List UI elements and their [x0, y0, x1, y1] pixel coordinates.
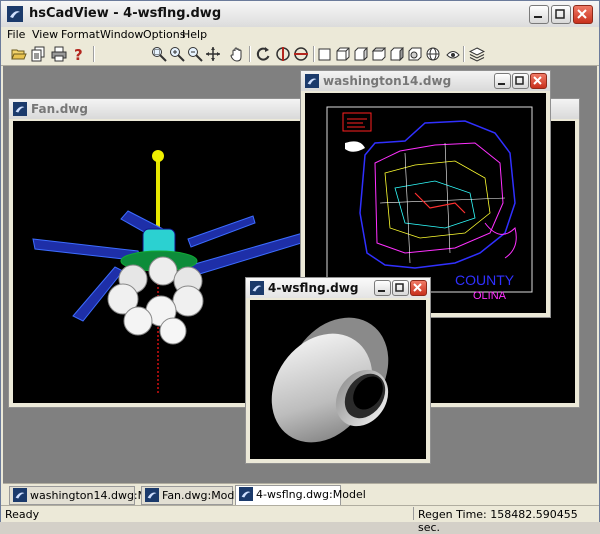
rotate-y-icon[interactable] — [293, 46, 309, 62]
washington-caption-buttons — [494, 73, 547, 89]
washington-window-title: washington14.dwg — [323, 74, 452, 88]
minimize-icon — [534, 16, 542, 18]
zoom-window-icon[interactable] — [151, 46, 167, 62]
view-iso-5-icon[interactable] — [445, 46, 461, 62]
toolbar-separator — [313, 46, 315, 62]
flange-viewport[interactable] — [250, 300, 426, 459]
flange-caption-buttons — [374, 280, 427, 296]
menu-help[interactable]: Help — [182, 28, 207, 41]
washington-close-button[interactable] — [530, 73, 547, 89]
tab-fan[interactable]: Fan.dwg:Model — [141, 486, 244, 505]
hscadview-logo-icon — [305, 74, 319, 88]
regen-time-text: Regen Time: 158482.590455 sec. — [418, 508, 578, 534]
minimize-icon — [378, 290, 385, 292]
view-iso-1-icon[interactable] — [371, 46, 387, 62]
maximize-icon — [515, 76, 524, 85]
hscadview-logo-icon — [13, 488, 27, 502]
close-icon — [413, 283, 422, 292]
menu-format[interactable]: Format — [61, 28, 100, 41]
zoom-in-icon[interactable] — [169, 46, 185, 62]
pan-icon[interactable] — [229, 46, 245, 62]
title-bar[interactable]: hsCadView - 4-wsflng.dwg — [1, 1, 599, 28]
rotate-x-icon[interactable] — [275, 46, 291, 62]
app-window: hsCadView - 4-wsflng.dwg File View Forma… — [0, 0, 600, 534]
hscadview-logo-icon — [13, 102, 27, 116]
view-iso-3-icon[interactable] — [407, 46, 423, 62]
maximize-button[interactable] — [551, 5, 571, 24]
flange-close-button[interactable] — [410, 280, 427, 296]
tab-washington14[interactable]: washington14.dwg:Model — [9, 486, 171, 505]
washington-maximize-button[interactable] — [512, 73, 529, 89]
flange-minimize-button[interactable] — [374, 280, 391, 296]
hscadview-logo-icon — [250, 281, 264, 295]
toolbar-separator — [93, 46, 95, 62]
caption-buttons — [529, 5, 593, 24]
svg-text:?: ? — [74, 46, 83, 62]
hscadview-logo-icon — [145, 488, 159, 502]
window-title: hsCadView - 4-wsflng.dwg — [29, 6, 222, 21]
menu-window[interactable]: Window — [100, 28, 143, 41]
rotate-icon[interactable] — [255, 46, 271, 62]
close-icon — [577, 9, 587, 19]
mdi-workspace: Fan.dwg washington14.dwg COUNTY OLINA 4-… — [3, 66, 597, 483]
map-label-olina: OLINA — [473, 290, 507, 302]
fan-window-title: Fan.dwg — [31, 102, 88, 116]
status-bar: Ready Regen Time: 158482.590455 sec. — [1, 505, 599, 534]
hscadview-logo-icon — [239, 487, 253, 501]
view-front-icon[interactable] — [335, 46, 351, 62]
map-label-county: COUNTY — [455, 272, 515, 288]
tab-label: 4-wsflng.dwg:Model — [256, 488, 366, 501]
menu-file[interactable]: File — [7, 28, 25, 41]
layers-icon[interactable] — [469, 46, 485, 62]
menu-options[interactable]: Options — [143, 28, 185, 41]
minimize-icon — [498, 83, 505, 85]
status-pane-regen: Regen Time: 158482.590455 sec. — [413, 507, 596, 534]
zoom-out-icon[interactable] — [187, 46, 203, 62]
washington-window-titlebar[interactable]: washington14.dwg — [301, 71, 550, 91]
menu-view[interactable]: View — [32, 28, 58, 41]
maximize-icon — [555, 9, 565, 19]
toolbar-separator — [249, 46, 251, 62]
tab-label: Fan.dwg:Model — [162, 489, 245, 502]
open-icon[interactable] — [11, 46, 27, 62]
flange-window[interactable]: 4-wsflng.dwg — [245, 277, 431, 464]
view-top-icon[interactable] — [317, 46, 333, 62]
hscadview-logo-icon — [7, 6, 23, 22]
status-text: Ready — [5, 508, 40, 521]
help-icon[interactable]: ? — [71, 46, 87, 62]
menu-bar: File View Format Window Options Help — [1, 27, 599, 43]
zoom-extents-icon[interactable] — [205, 46, 221, 62]
print-icon[interactable] — [51, 46, 67, 62]
view-iso-4-icon[interactable] — [425, 46, 441, 62]
minimize-button[interactable] — [529, 5, 549, 24]
toolbar: ? — [1, 43, 599, 66]
document-tab-bar: washington14.dwg:Model Fan.dwg:Model 4-w… — [3, 483, 597, 506]
close-icon — [533, 76, 542, 85]
view-side-icon[interactable] — [353, 46, 369, 62]
open-multiple-icon[interactable] — [31, 46, 47, 62]
flange-window-title: 4-wsflng.dwg — [268, 281, 359, 295]
close-button[interactable] — [573, 5, 593, 24]
maximize-icon — [395, 283, 404, 292]
flange-maximize-button[interactable] — [392, 280, 409, 296]
tab-4-wsflng[interactable]: 4-wsflng.dwg:Model — [235, 485, 366, 506]
washington-minimize-button[interactable] — [494, 73, 511, 89]
toolbar-separator — [463, 46, 465, 62]
flange-model-drawing — [271, 317, 389, 443]
view-iso-2-icon[interactable] — [389, 46, 405, 62]
flange-window-titlebar[interactable]: 4-wsflng.dwg — [246, 278, 430, 298]
